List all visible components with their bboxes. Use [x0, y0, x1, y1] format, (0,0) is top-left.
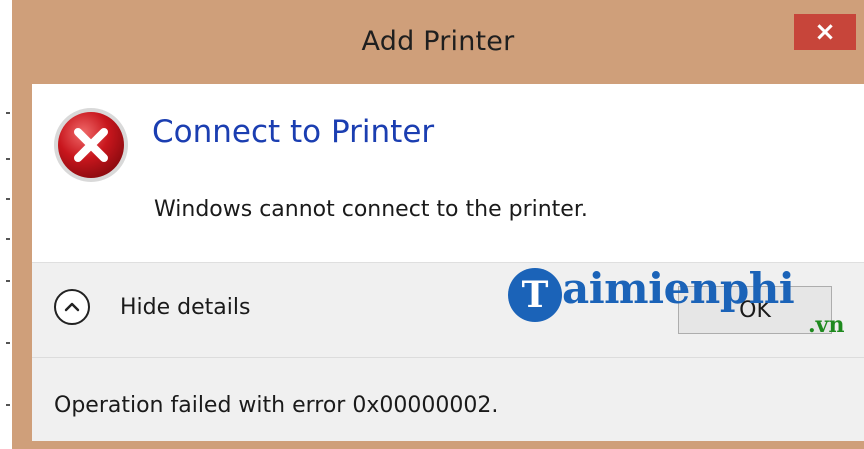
edge-mark	[6, 238, 10, 240]
window-frame: Add Printer × Connect to Printer Windows	[0, 0, 864, 449]
chevron-up-icon[interactable]	[54, 289, 90, 325]
edge-mark	[6, 404, 10, 406]
footer-divider	[32, 357, 864, 358]
edge-mark	[6, 198, 10, 200]
edge-mark	[6, 112, 10, 114]
dialog-body: Connect to Printer Windows cannot connec…	[32, 84, 864, 441]
watermark-tld: .vn	[808, 312, 845, 338]
hide-details-toggle[interactable]: Hide details	[54, 289, 250, 325]
edge-mark	[6, 280, 10, 282]
edge-mark	[6, 158, 10, 160]
watermark-logo-letter: T	[521, 274, 549, 316]
watermark-logo-badge: T	[508, 268, 562, 322]
watermark-logo: T aimienphi .vn	[508, 264, 858, 354]
error-icon	[54, 108, 128, 182]
dialog-heading: Connect to Printer	[152, 114, 435, 150]
dialog-message: Windows cannot connect to the printer.	[154, 197, 588, 222]
window-title: Add Printer	[361, 26, 515, 57]
edge-mark	[6, 342, 10, 344]
background-window-edge	[0, 0, 12, 449]
error-details-text: Operation failed with error 0x00000002.	[54, 393, 499, 418]
close-icon: ×	[814, 17, 836, 47]
title-bar[interactable]: Add Printer ×	[12, 0, 864, 84]
close-button[interactable]: ×	[794, 14, 856, 50]
dialog-content: Connect to Printer Windows cannot connec…	[32, 84, 864, 262]
hide-details-label[interactable]: Hide details	[120, 295, 250, 320]
watermark-brand: aimienphi	[562, 264, 795, 313]
